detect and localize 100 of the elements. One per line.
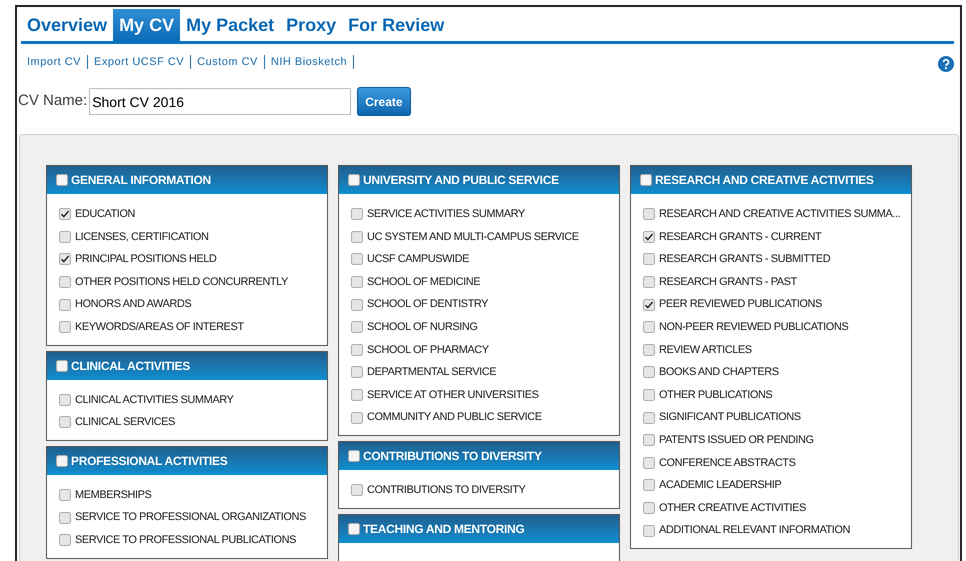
cv-name-label: CV Name:: [18, 91, 88, 112]
section-option-label: NON-PEER REVIEWED PUBLICATIONS: [659, 320, 848, 336]
checkbox[interactable]: [643, 479, 655, 492]
checkbox[interactable]: [59, 208, 71, 220]
checkbox[interactable]: [351, 389, 363, 402]
section-option-label: HONORS AND AWARDS: [75, 297, 192, 312]
nav-tab[interactable]: For Review: [342, 9, 450, 41]
section-title: PROFESSIONAL ACTIVITIES: [71, 452, 228, 470]
section-option-label: SERVICE TO PROFESSIONAL PUBLICATIONS: [75, 532, 296, 548]
checkbox[interactable]: [59, 394, 71, 406]
checkbox[interactable]: [351, 484, 363, 496]
section-option-label: RESEARCH GRANTS - CURRENT: [659, 230, 822, 245]
checkbox[interactable]: [640, 174, 652, 186]
checkbox[interactable]: [348, 450, 360, 462]
checkbox[interactable]: [59, 512, 71, 524]
help-icon[interactable]: [938, 56, 954, 72]
section-option-label: KEYWORDS/AREAS OF INTEREST: [75, 320, 244, 336]
checkbox[interactable]: [351, 344, 363, 356]
checkbox[interactable]: [348, 522, 360, 535]
section-title: GENERAL INFORMATION: [71, 172, 211, 189]
checkbox[interactable]: [643, 456, 655, 469]
section-option-label: SERVICE ACTIVITIES SUMMARY: [367, 207, 525, 222]
section-option-label: COMMUNITY AND PUBLIC SERVICE: [367, 410, 542, 426]
checkbox[interactable]: [56, 454, 68, 467]
section-title: CLINICAL ACTIVITIES: [71, 358, 190, 375]
checkbox[interactable]: [59, 321, 71, 334]
create-button[interactable]: Create: [357, 87, 411, 116]
section-option-label: SERVICE TO PROFESSIONAL ORGANIZATIONS: [75, 510, 306, 526]
checkbox[interactable]: [643, 344, 655, 356]
checkbox[interactable]: [59, 534, 71, 546]
checkbox[interactable]: [643, 434, 655, 446]
checkbox[interactable]: [643, 366, 655, 378]
section-option-label: LICENSES, CERTIFICATION: [75, 230, 208, 245]
section-option-label: CONTRIBUTIONS TO DIVERSITY: [367, 482, 526, 498]
section-option-label: SCHOOL OF PHARMACY: [367, 342, 489, 358]
checkbox[interactable]: [59, 489, 71, 502]
sub-nav-link[interactable]: Import CV: [27, 55, 88, 69]
checkbox[interactable]: [643, 253, 655, 266]
checkbox[interactable]: [643, 321, 655, 334]
section-option-label: RESEARCH GRANTS - SUBMITTED: [659, 252, 830, 268]
section-option-label: CLINICAL SERVICES: [75, 415, 175, 430]
checkbox[interactable]: [643, 276, 655, 288]
checkbox[interactable]: [59, 276, 71, 288]
checkbox[interactable]: [59, 230, 71, 243]
section-option-label: REVIEW ARTICLES: [659, 342, 752, 358]
section-option-label: SCHOOL OF DENTISTRY: [367, 297, 488, 312]
checkbox[interactable]: [351, 253, 363, 266]
checkbox[interactable]: [351, 366, 363, 378]
section-option-label: RESEARCH GRANTS - PAST: [659, 274, 797, 290]
checkbox[interactable]: [351, 298, 363, 311]
checkbox[interactable]: [59, 298, 71, 311]
section-option-label: CLINICAL ACTIVITIES SUMMARY: [75, 392, 234, 408]
section-option-label: BOOKS AND CHAPTERS: [659, 365, 779, 380]
section-option-label: MEMBERSHIPS: [75, 488, 152, 503]
section-option-label: SCHOOL OF NURSING: [367, 320, 478, 336]
checkbox[interactable]: [643, 208, 655, 220]
checkbox[interactable]: [56, 360, 68, 372]
section-option-label: ACADEMIC LEADERSHIP: [659, 478, 782, 494]
nav-tab[interactable]: My CV: [113, 9, 180, 41]
checkbox[interactable]: [351, 276, 363, 288]
section-option-label: CONFERENCE ABSTRACTS: [659, 456, 796, 471]
section-title: TEACHING AND MENTORING: [363, 520, 524, 538]
section-option-label: ADDITIONAL RELEVANT INFORMATION: [659, 523, 850, 538]
checkbox[interactable]: [351, 208, 363, 220]
section-option-label: OTHER POSITIONS HELD CONCURRENTLY: [75, 274, 288, 290]
section-option-label: PATENTS ISSUED OR PENDING: [659, 432, 814, 448]
section-title: CONTRIBUTIONS TO DIVERSITY: [363, 448, 542, 465]
checkbox[interactable]: [643, 389, 655, 402]
checkbox[interactable]: [643, 412, 655, 424]
checkbox[interactable]: [59, 253, 71, 266]
checkbox[interactable]: [59, 416, 71, 428]
sub-nav-link[interactable]: Custom CV: [191, 55, 265, 69]
checkbox[interactable]: [56, 174, 68, 186]
checkbox[interactable]: [643, 502, 655, 514]
section-option-label: RESEARCH AND CREATIVE ACTIVITIES SUMMA...: [659, 207, 900, 222]
section-option-label: UC SYSTEM AND MULTI-CAMPUS SERVICE: [367, 230, 579, 245]
section-title: RESEARCH AND CREATIVE ACTIVITIES: [655, 172, 874, 189]
section-title: UNIVERSITY AND PUBLIC SERVICE: [363, 172, 559, 189]
nav-tab[interactable]: Proxy: [280, 9, 342, 41]
section-option-label: SCHOOL OF MEDICINE: [367, 274, 480, 290]
section-option-label: PEER REVIEWED PUBLICATIONS: [659, 297, 822, 312]
nav-tab[interactable]: My Packet: [180, 9, 280, 41]
section-option-label: DEPARTMENTAL SERVICE: [367, 365, 496, 380]
section-option-label: SIGNIFICANT PUBLICATIONS: [659, 410, 801, 426]
checkbox[interactable]: [643, 298, 655, 311]
nav-tab[interactable]: Overview: [21, 9, 114, 41]
sub-nav-link[interactable]: Export UCSF CV: [88, 55, 192, 69]
checkbox[interactable]: [643, 524, 655, 537]
sub-nav-link[interactable]: NIH Biosketch: [264, 55, 354, 69]
checkbox[interactable]: [351, 412, 363, 424]
checkbox[interactable]: [351, 321, 363, 334]
cv-name-field[interactable]: Short CV 2016: [89, 88, 352, 115]
section-option-label: PRINCIPAL POSITIONS HELD: [75, 252, 216, 268]
section-option-label: EDUCATION: [75, 207, 135, 222]
checkbox[interactable]: [351, 230, 363, 243]
section-option-label: OTHER PUBLICATIONS: [659, 388, 772, 403]
checkbox[interactable]: [348, 174, 360, 186]
section-option-label: SERVICE AT OTHER UNIVERSITIES: [367, 388, 539, 403]
checkbox[interactable]: [643, 230, 655, 243]
section-option-label: UCSF CAMPUSWIDE: [367, 252, 470, 268]
